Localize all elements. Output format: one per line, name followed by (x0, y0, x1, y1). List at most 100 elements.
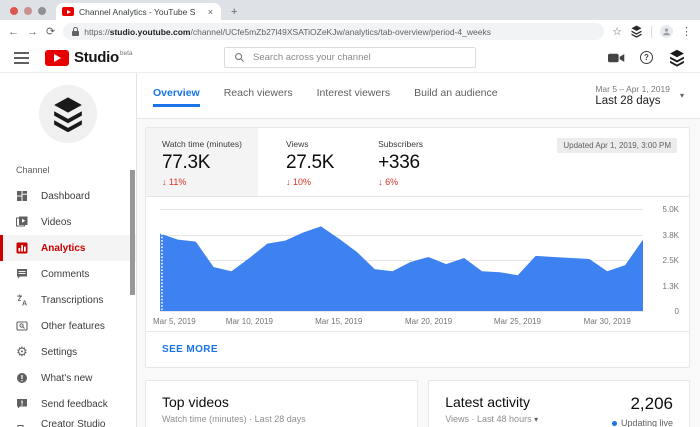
area-series (160, 209, 643, 311)
window-close-button[interactable] (10, 7, 18, 15)
sidebar-item-whats-new[interactable]: What's new (0, 365, 136, 391)
dashboard-icon (15, 189, 29, 203)
creator-studio-classic-icon (15, 423, 29, 427)
sidebar-item-other-features[interactable]: Other features (0, 313, 136, 339)
updating-live-status: Updating live (612, 418, 673, 427)
settings-gear-icon: ⚙ (15, 345, 29, 359)
x-axis-tick: Mar 20, 2019 (405, 317, 452, 326)
sidebar-item-label: Settings (41, 347, 77, 358)
channel-avatar-icon[interactable] (668, 49, 686, 67)
metric-subscribers[interactable]: Subscribers +336 ↓ 6% (362, 128, 439, 196)
live-dot-icon (612, 421, 617, 426)
metric-label: Views (286, 139, 334, 149)
browser-tab[interactable]: Channel Analytics - YouTube S × (56, 3, 221, 20)
sidebar-item-comments[interactable]: Comments (0, 261, 136, 287)
window-zoom-button[interactable] (38, 7, 46, 15)
metric-label: Subscribers (378, 139, 423, 149)
tab-overview[interactable]: Overview (153, 87, 200, 105)
window-minimize-button[interactable] (24, 7, 32, 15)
sidebar-scrollbar-thumb[interactable] (130, 170, 135, 295)
browser-toolbar: ← → ⟳ https://studio.youtube.com/channel… (0, 20, 700, 43)
latest-activity-value: 2,206 (612, 394, 673, 414)
tab-reach-viewers[interactable]: Reach viewers (224, 87, 293, 105)
chevron-down-icon: ▾ (534, 415, 538, 424)
help-icon[interactable]: ? (640, 51, 653, 64)
metric-tabs: Watch time (minutes) 77.3K ↓ 11% Views 2… (146, 128, 689, 197)
send-feedback-icon (15, 397, 29, 411)
back-icon[interactable]: ← (8, 26, 19, 38)
period-label: Last 28 days (595, 95, 670, 107)
updated-badge: Updated Apr 1, 2019, 3:00 PM (557, 138, 677, 153)
transcriptions-icon: A (15, 293, 29, 307)
top-videos-subtitle: Watch time (minutes) · Last 28 days (162, 414, 401, 424)
sidebar-item-label: Videos (41, 217, 71, 228)
browser-profile-avatar[interactable] (660, 25, 673, 38)
refresh-icon[interactable]: ⟳ (46, 25, 55, 38)
menu-hamburger-icon[interactable] (14, 52, 29, 64)
metric-label: Watch time (minutes) (162, 139, 242, 149)
metric-value: +336 (378, 152, 423, 174)
sidebar-item-videos[interactable]: Videos (0, 209, 136, 235)
browser-tab-strip: Channel Analytics - YouTube S × + (0, 0, 700, 20)
sidebar-section-label: Channel (0, 143, 136, 183)
watch-time-area-chart[interactable]: 5.0K 3.8K 2.5K 1.3K 0 Mar 5, 2019 Mar 10… (146, 197, 689, 331)
metric-views[interactable]: Views 27.5K ↓ 10% (270, 128, 350, 196)
extension-stack-icon[interactable] (630, 25, 643, 38)
sidebar-item-label: Dashboard (41, 191, 90, 202)
analytics-header: Overview Reach viewers Interest viewers … (137, 73, 700, 119)
url-text: https://studio.youtube.com/channel/UCfe5… (84, 27, 491, 37)
bookmark-star-icon[interactable]: ☆ (612, 25, 622, 38)
sidebar-item-label: What's new (41, 373, 92, 384)
metric-watch-time[interactable]: Watch time (minutes) 77.3K ↓ 11% (146, 128, 258, 196)
y-axis-tick: 3.8K (663, 231, 679, 240)
tab-close-icon[interactable]: × (206, 7, 215, 17)
window-controls[interactable] (0, 7, 56, 20)
x-axis-tick: Mar 25, 2019 (494, 317, 541, 326)
create-video-icon[interactable] (608, 52, 625, 64)
sidebar-item-transcriptions[interactable]: A Transcriptions (0, 287, 136, 313)
y-axis-tick: 2.5K (663, 256, 679, 265)
sidebar-item-send-feedback[interactable]: Send feedback (0, 391, 136, 417)
channel-stack-logo-icon (51, 96, 85, 132)
new-tab-button[interactable]: + (221, 6, 247, 20)
top-videos-title: Top videos (162, 394, 401, 410)
channel-avatar[interactable] (39, 85, 97, 143)
comments-icon (15, 267, 29, 281)
forward-icon[interactable]: → (27, 26, 38, 38)
see-more-link[interactable]: SEE MORE (146, 331, 689, 367)
latest-activity-title: Latest activity (445, 394, 538, 410)
x-axis-tick: Mar 15, 2019 (315, 317, 362, 326)
tab-interest-viewers[interactable]: Interest viewers (317, 87, 391, 105)
search-icon (234, 52, 245, 63)
y-axis-tick: 1.3K (663, 282, 679, 291)
youtube-play-icon (45, 50, 69, 66)
latest-activity-card: Latest activity Views · Last 48 hours ▾ … (428, 380, 690, 427)
channel-search-box[interactable] (224, 47, 476, 68)
overview-card: Watch time (minutes) 77.3K ↓ 11% Views 2… (145, 127, 690, 368)
search-input[interactable] (253, 52, 466, 63)
analytics-icon (15, 241, 29, 255)
tab-build-an-audience[interactable]: Build an audience (414, 87, 497, 105)
sidebar-item-label: Transcriptions (41, 295, 103, 306)
sidebar: Channel Dashboard Videos Analytics Comme… (0, 73, 137, 427)
metric-delta: ↓ 6% (378, 177, 423, 187)
x-axis: Mar 5, 2019 Mar 10, 2019 Mar 15, 2019 Ma… (160, 314, 643, 331)
sidebar-item-creator-studio-classic[interactable]: Creator Studio Classic (0, 417, 136, 427)
sidebar-item-dashboard[interactable]: Dashboard (0, 183, 136, 209)
sidebar-item-label: Other features (41, 321, 105, 332)
date-range-selector[interactable]: Mar 5 – Apr 1, 2019 Last 28 days ▾ (595, 84, 684, 107)
latest-activity-filter[interactable]: Views · Last 48 hours ▾ (445, 414, 538, 424)
lock-icon (72, 27, 79, 36)
other-features-icon (15, 319, 29, 333)
top-videos-card: Top videos Watch time (minutes) · Last 2… (145, 380, 418, 427)
sidebar-item-analytics[interactable]: Analytics (0, 235, 136, 261)
browser-menu-icon[interactable]: ⋮ (681, 25, 692, 38)
youtube-studio-logo[interactable]: Studiobeta (45, 49, 133, 67)
studio-topbar: Studiobeta ? (0, 43, 700, 73)
address-bar[interactable]: https://studio.youtube.com/channel/UCfe5… (63, 23, 604, 40)
sidebar-item-label: Creator Studio Classic (41, 419, 136, 427)
sidebar-item-label: Send feedback (41, 399, 108, 410)
toolbar-divider (651, 26, 652, 38)
youtube-favicon-icon (62, 7, 74, 16)
sidebar-item-settings[interactable]: ⚙ Settings (0, 339, 136, 365)
